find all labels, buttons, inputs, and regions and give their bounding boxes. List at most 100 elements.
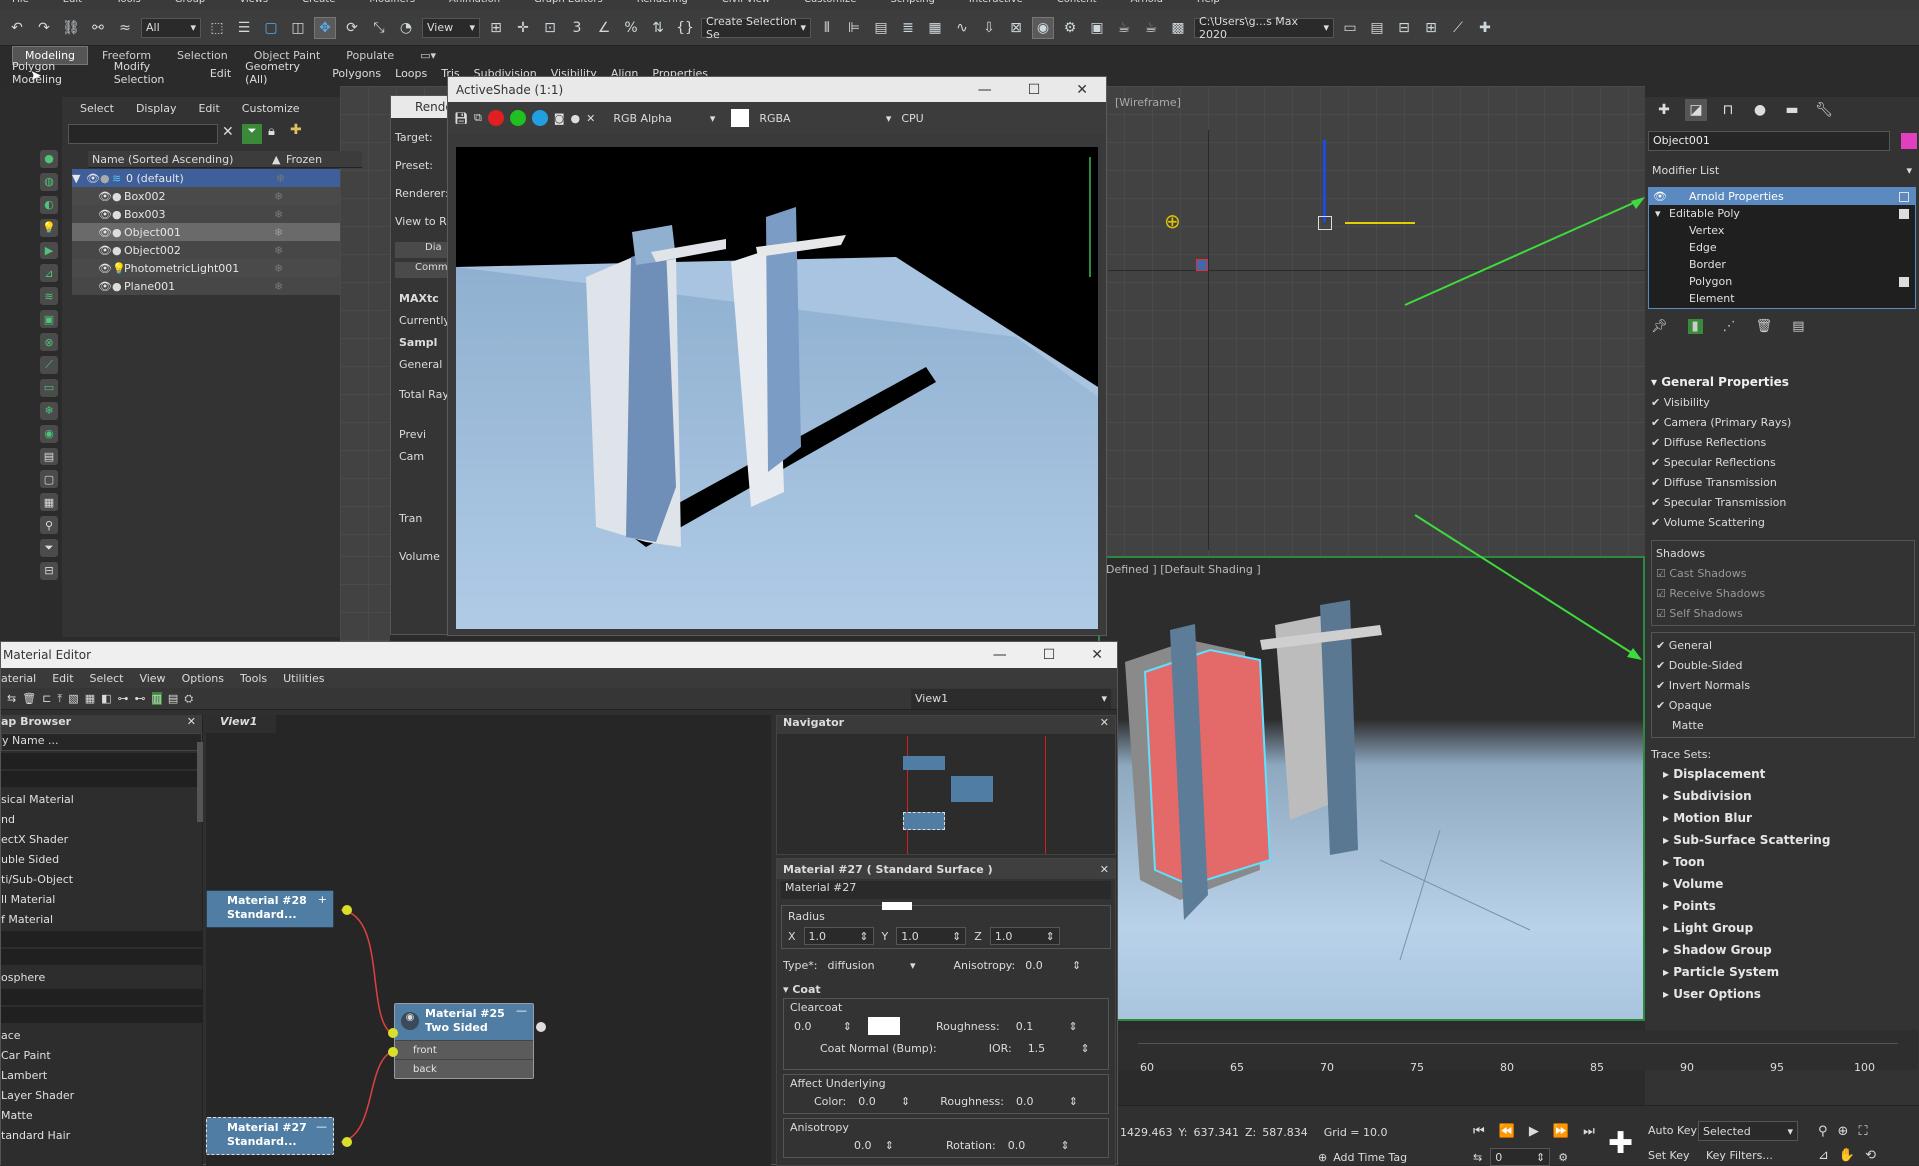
select-manipulate-icon[interactable]: ✛ [512, 17, 534, 39]
node-material-28[interactable]: Material #28 Standard... + [206, 890, 334, 928]
display-tab-icon[interactable]: ▬ [1781, 99, 1803, 121]
close-icon[interactable]: ✕ [1091, 647, 1103, 663]
map-item[interactable]: ectX Shader [1, 829, 202, 849]
schematic-view-icon[interactable]: ⊠ [1005, 17, 1027, 39]
stack-toggle-icon[interactable] [1899, 208, 1909, 219]
me-menu-options[interactable]: Options [182, 672, 224, 685]
rollout-sss[interactable]: ▸ Sub-Surface Scattering [1651, 829, 1915, 851]
eye-icon[interactable]: 👁 [98, 244, 112, 257]
configure-sets-icon[interactable]: ▤ [1792, 319, 1804, 334]
spinner-arrows-icon[interactable]: ⇕ [1069, 1095, 1078, 1108]
collapse-node-icon[interactable]: — [316, 1120, 327, 1133]
pivot-icon[interactable]: ⊞ [485, 17, 507, 39]
rollout-points[interactable]: ▸ Points [1651, 895, 1915, 917]
create-tab-icon[interactable]: ✚ [1653, 99, 1675, 121]
activeshade-render-image[interactable] [456, 147, 1098, 629]
specular-reflections-check[interactable]: ✔ Specular Reflections [1651, 452, 1915, 472]
render-dot-icon[interactable]: ● [100, 172, 112, 185]
spinner-arrows-icon[interactable]: ⇕ [1536, 1151, 1545, 1164]
anisotropy-spinner[interactable]: 0.0 ⇕ [1021, 956, 1086, 974]
invert-display-icon[interactable]: ▦ [40, 493, 58, 512]
display-all-icon[interactable]: ▤ [40, 447, 58, 466]
parameter-editor-icon[interactable]: ▤ [168, 692, 178, 705]
map-item[interactable]: Matte [1, 1105, 202, 1125]
edit-named-selection-icon[interactable]: {} [674, 17, 696, 39]
clear-search-icon[interactable]: ✕ [222, 124, 234, 140]
rendered-frame-icon[interactable]: ▣ [1086, 17, 1108, 39]
z-coordinate[interactable]: 587.834 [1262, 1126, 1308, 1139]
menu-graph-editors[interactable]: Graph Editors [534, 0, 603, 5]
display-none2-icon[interactable]: ▢ [40, 470, 58, 489]
camera-rays-check[interactable]: ✔ Camera (Primary Rays) [1651, 412, 1915, 432]
stack-toggle-icon[interactable] [1899, 191, 1909, 202]
map-category-header[interactable] [1, 1007, 202, 1023]
subtab-edit[interactable]: Edit [208, 67, 233, 80]
hierarchy-tab-icon[interactable]: ⊓ [1717, 99, 1739, 121]
view-select-combo[interactable]: View1 ▾ [911, 688, 1111, 709]
scene-menu-edit[interactable]: Edit [198, 102, 219, 115]
rollout-user-options[interactable]: ▸ User Options [1651, 983, 1915, 1005]
node-material-25[interactable]: Material #25 Two Sided ◉ — front back [394, 1003, 534, 1079]
layer-explorer-icon[interactable]: ≣ [897, 17, 919, 39]
spinner-arrows-icon[interactable]: ⇕ [885, 1139, 894, 1152]
render-preview[interactable]: Previ [399, 424, 451, 446]
eye-icon[interactable]: 👁 [98, 262, 112, 275]
show-background-icon[interactable]: ▧ [68, 692, 78, 705]
map-item[interactable]: osphere [1, 967, 202, 987]
project-folder-icon[interactable]: ▭ [1339, 17, 1361, 39]
maximize-icon[interactable]: ☐ [1028, 82, 1041, 98]
select-by-name-icon[interactable]: ☰ [233, 17, 255, 39]
tree-item-object001[interactable]: 👁 ● Object001 ❄ [72, 223, 340, 241]
map-browser-scrollbar[interactable] [197, 742, 203, 822]
render-section-maxtoa[interactable]: MAXtc [399, 288, 451, 310]
stack-item-editable-poly[interactable]: ▾ Editable Poly [1649, 205, 1915, 222]
menu-customize[interactable]: Customize [804, 0, 857, 5]
map-item[interactable]: Layer Shader [1, 1085, 202, 1105]
spinner-arrows-icon[interactable]: ⇕ [859, 930, 868, 943]
render-iterative-icon[interactable]: ▩ [1167, 17, 1189, 39]
ribbon-toggle-icon[interactable]: ▦ [924, 17, 946, 39]
volume-scattering-check[interactable]: ✔ Volume Scattering [1651, 512, 1915, 532]
mirror-icon[interactable]: ⫴ [816, 17, 838, 39]
subtab-geometry[interactable]: Geometry (All) [243, 60, 320, 86]
matte-check[interactable]: Matte [1656, 715, 1910, 735]
modifier-list-combo[interactable]: Modifier List ▾ [1648, 161, 1916, 179]
curve-editor-icon[interactable]: ∿ [951, 17, 973, 39]
expand-node-icon[interactable]: + [318, 893, 327, 906]
me-menu-edit[interactable]: Edit [52, 672, 73, 685]
display-hidden-icon[interactable]: ◉ [40, 424, 58, 443]
node-output-socket[interactable] [342, 1137, 352, 1147]
delete-icon[interactable]: 🗑︎ [22, 692, 36, 705]
add-time-tag[interactable]: ⊕ Add Time Tag [1318, 1151, 1407, 1164]
spinner-arrows-icon[interactable]: ⇕ [1072, 959, 1081, 972]
pick-material-icon[interactable]: ⇆ [7, 692, 16, 705]
link-icon[interactable]: ⛓ [60, 17, 82, 39]
map-category-header[interactable] [1, 931, 202, 947]
collapse-icon[interactable]: ▾ [1649, 207, 1669, 220]
render-production-icon[interactable]: ☕ [1113, 17, 1135, 39]
general-check[interactable]: ✔ General [1656, 635, 1910, 655]
menu-create[interactable]: Create [302, 0, 335, 5]
coat-color-swatch[interactable] [868, 1017, 900, 1035]
spinner-arrows-icon[interactable]: ⇕ [1069, 1020, 1078, 1033]
eye-icon[interactable]: 👁 [98, 208, 112, 221]
utilities-tab-icon[interactable]: 🔧︎ [1813, 99, 1835, 121]
material-name-field[interactable]: Material #27 [781, 881, 1111, 899]
make-unique-icon[interactable]: ⋰ [1723, 319, 1736, 334]
slot-back[interactable]: back [395, 1059, 533, 1078]
project-path-combo[interactable]: C:\Users\g...s Max 2020 ▾ [1194, 15, 1334, 41]
mono-icon[interactable]: ● [571, 112, 581, 125]
stack-subobj-polygon[interactable]: Polygon [1649, 273, 1915, 290]
activeshade-titlebar[interactable]: ActiveShade (1:1) — ☐ ✕ [448, 77, 1106, 102]
spinner-arrows-icon[interactable]: ⇕ [1080, 1042, 1089, 1055]
me-menu-tools[interactable]: Tools [240, 672, 267, 685]
ribbon-options-icon[interactable]: ▭▾ [408, 47, 448, 64]
type-combo[interactable]: diffusion ▾ [823, 955, 920, 975]
display-bones-icon[interactable]: ⟋ [40, 356, 58, 374]
layout-all-icon[interactable]: ⊶ [118, 692, 129, 705]
receive-shadows-check[interactable]: ☑ Receive Shadows [1656, 583, 1910, 603]
me-menu-select[interactable]: Select [90, 672, 124, 685]
opaque-check[interactable]: ✔ Opaque [1656, 695, 1910, 715]
menu-modifiers[interactable]: Modifiers [369, 0, 415, 5]
node-output-socket[interactable] [342, 905, 352, 915]
